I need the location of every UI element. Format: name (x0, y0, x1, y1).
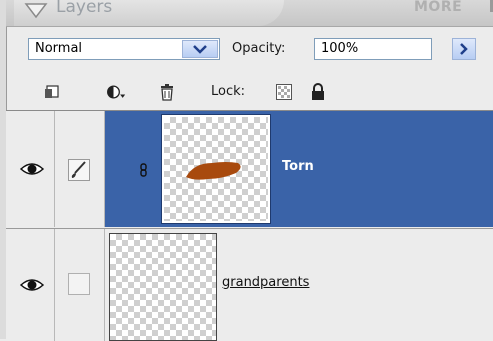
layers-list: Torn grandparents (6, 110, 493, 341)
opacity-slider-button[interactable] (452, 38, 476, 60)
panel-title[interactable]: Layers (56, 0, 112, 17)
layers-panel: Layers MORE Normal Opacity: 100% Lock: T… (0, 0, 493, 341)
eye-icon[interactable] (20, 277, 44, 293)
blend-dropdown-button[interactable] (182, 40, 218, 58)
opacity-value: 100% (321, 41, 359, 56)
lock-all-icon[interactable] (310, 83, 326, 101)
panel-title-bar: Layers MORE (6, 0, 493, 27)
layer-thumbnail-grandparents[interactable] (109, 233, 217, 341)
column-separator (104, 111, 105, 227)
lock-label: Lock: (211, 84, 246, 99)
paint-stroke-icon (186, 162, 241, 180)
blend-opacity-row: Normal Opacity: 100% (6, 34, 493, 72)
layer-name-torn[interactable]: Torn (282, 159, 314, 174)
opacity-input[interactable]: 100% (314, 38, 432, 60)
layers-tab[interactable] (14, 0, 284, 26)
chain-link-icon[interactable] (138, 163, 152, 177)
lock-transparent-pixels-icon[interactable] (276, 84, 292, 100)
collapse-triangle-icon[interactable] (24, 1, 48, 19)
lock-tools-row: Lock: (6, 78, 493, 108)
chevron-right-icon (460, 43, 468, 55)
chevron-down-icon (193, 45, 207, 54)
column-separator (104, 229, 105, 341)
layer-mask-empty[interactable] (68, 273, 90, 295)
layer-row-torn[interactable]: Torn (6, 111, 493, 227)
adjustment-layer-icon[interactable] (106, 82, 126, 102)
trash-icon[interactable] (157, 82, 177, 102)
more-menu-button[interactable]: MORE (414, 0, 462, 15)
blend-mode-value: Normal (35, 41, 83, 56)
column-separator (54, 111, 55, 227)
column-separator (54, 229, 55, 341)
opacity-label: Opacity: (232, 41, 286, 56)
layer-thumbnail-torn[interactable] (161, 114, 271, 224)
brush-icon[interactable] (68, 159, 90, 181)
new-layer-icon[interactable] (42, 82, 62, 102)
layer-row-grandparents[interactable]: grandparents (6, 228, 493, 341)
blend-mode-select[interactable]: Normal (28, 38, 220, 60)
layer-name-grandparents[interactable]: grandparents (222, 275, 309, 290)
eye-icon[interactable] (20, 161, 44, 177)
